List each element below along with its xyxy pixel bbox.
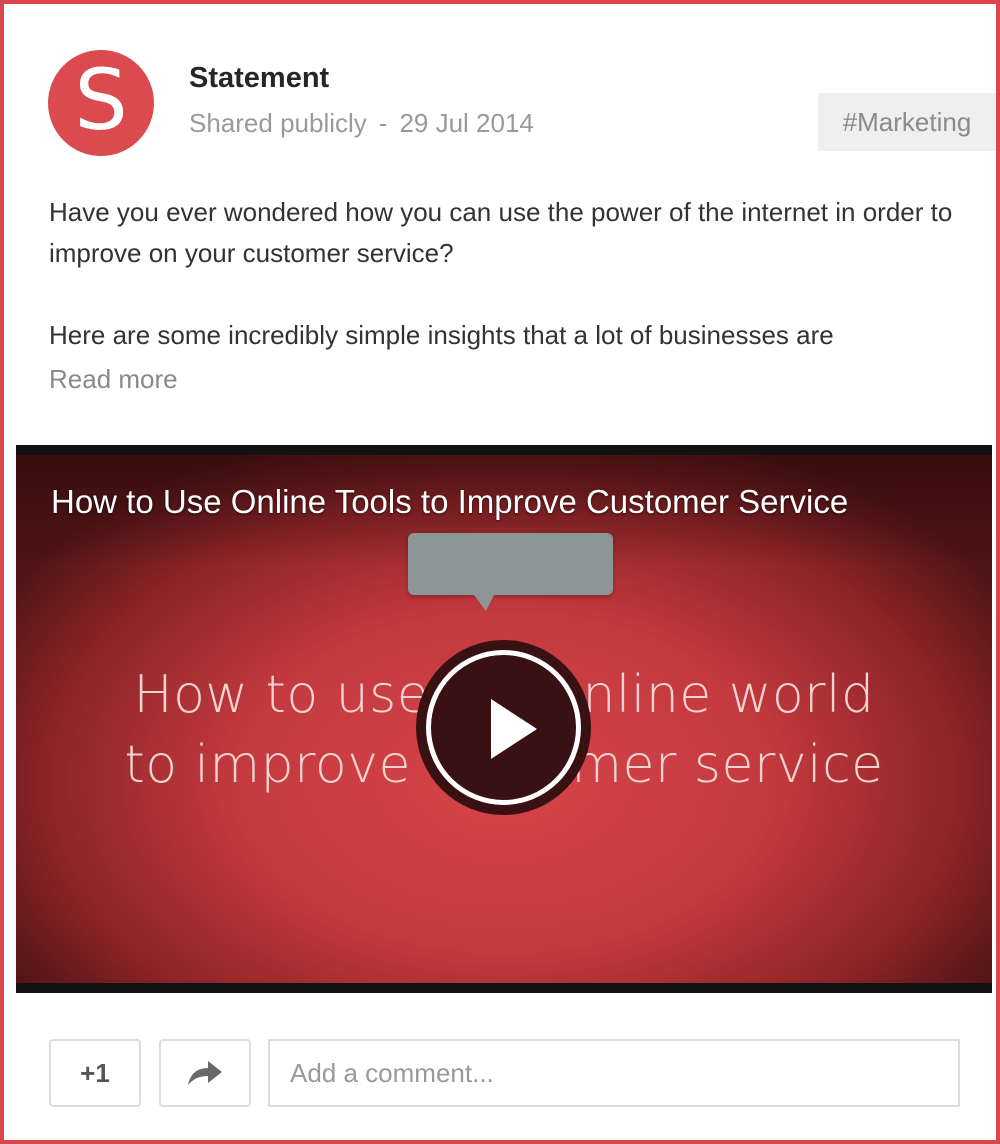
- post-body: Have you ever wondered how you can use t…: [49, 192, 969, 356]
- post-date[interactable]: 29 Jul 2014: [399, 108, 533, 138]
- share-button[interactable]: [159, 1039, 251, 1107]
- post-card: S Statement Shared publicly -29 Jul 2014 …: [0, 0, 1000, 1144]
- meta-separator: -: [378, 108, 388, 138]
- author-name[interactable]: Statement: [189, 62, 329, 95]
- video-thumbnail: How to use the online world to improve c…: [16, 455, 992, 983]
- action-bar: +1 Add a comment...: [4, 1039, 996, 1109]
- avatar-letter: S: [74, 51, 128, 149]
- plus-one-button[interactable]: +1: [49, 1039, 141, 1107]
- visibility-label: Shared publicly: [189, 108, 367, 138]
- video-title[interactable]: How to Use Online Tools to Improve Custo…: [51, 483, 848, 521]
- read-more-link[interactable]: Read more: [49, 364, 178, 395]
- profile-avatar[interactable]: S: [48, 50, 154, 156]
- hashtag-chip[interactable]: #Marketing: [818, 93, 996, 151]
- post-meta: Shared publicly -29 Jul 2014: [189, 108, 534, 139]
- post-paragraph-1: Have you ever wondered how you can use t…: [49, 197, 953, 268]
- play-icon[interactable]: [426, 650, 581, 805]
- post-paragraph-2: Here are some incredibly simple insights…: [49, 320, 834, 350]
- speech-bubble-graphic: [408, 533, 613, 611]
- video-player[interactable]: How to use the online world to improve c…: [16, 445, 992, 993]
- share-arrow-icon: [188, 1061, 222, 1085]
- comment-input[interactable]: Add a comment...: [268, 1039, 960, 1107]
